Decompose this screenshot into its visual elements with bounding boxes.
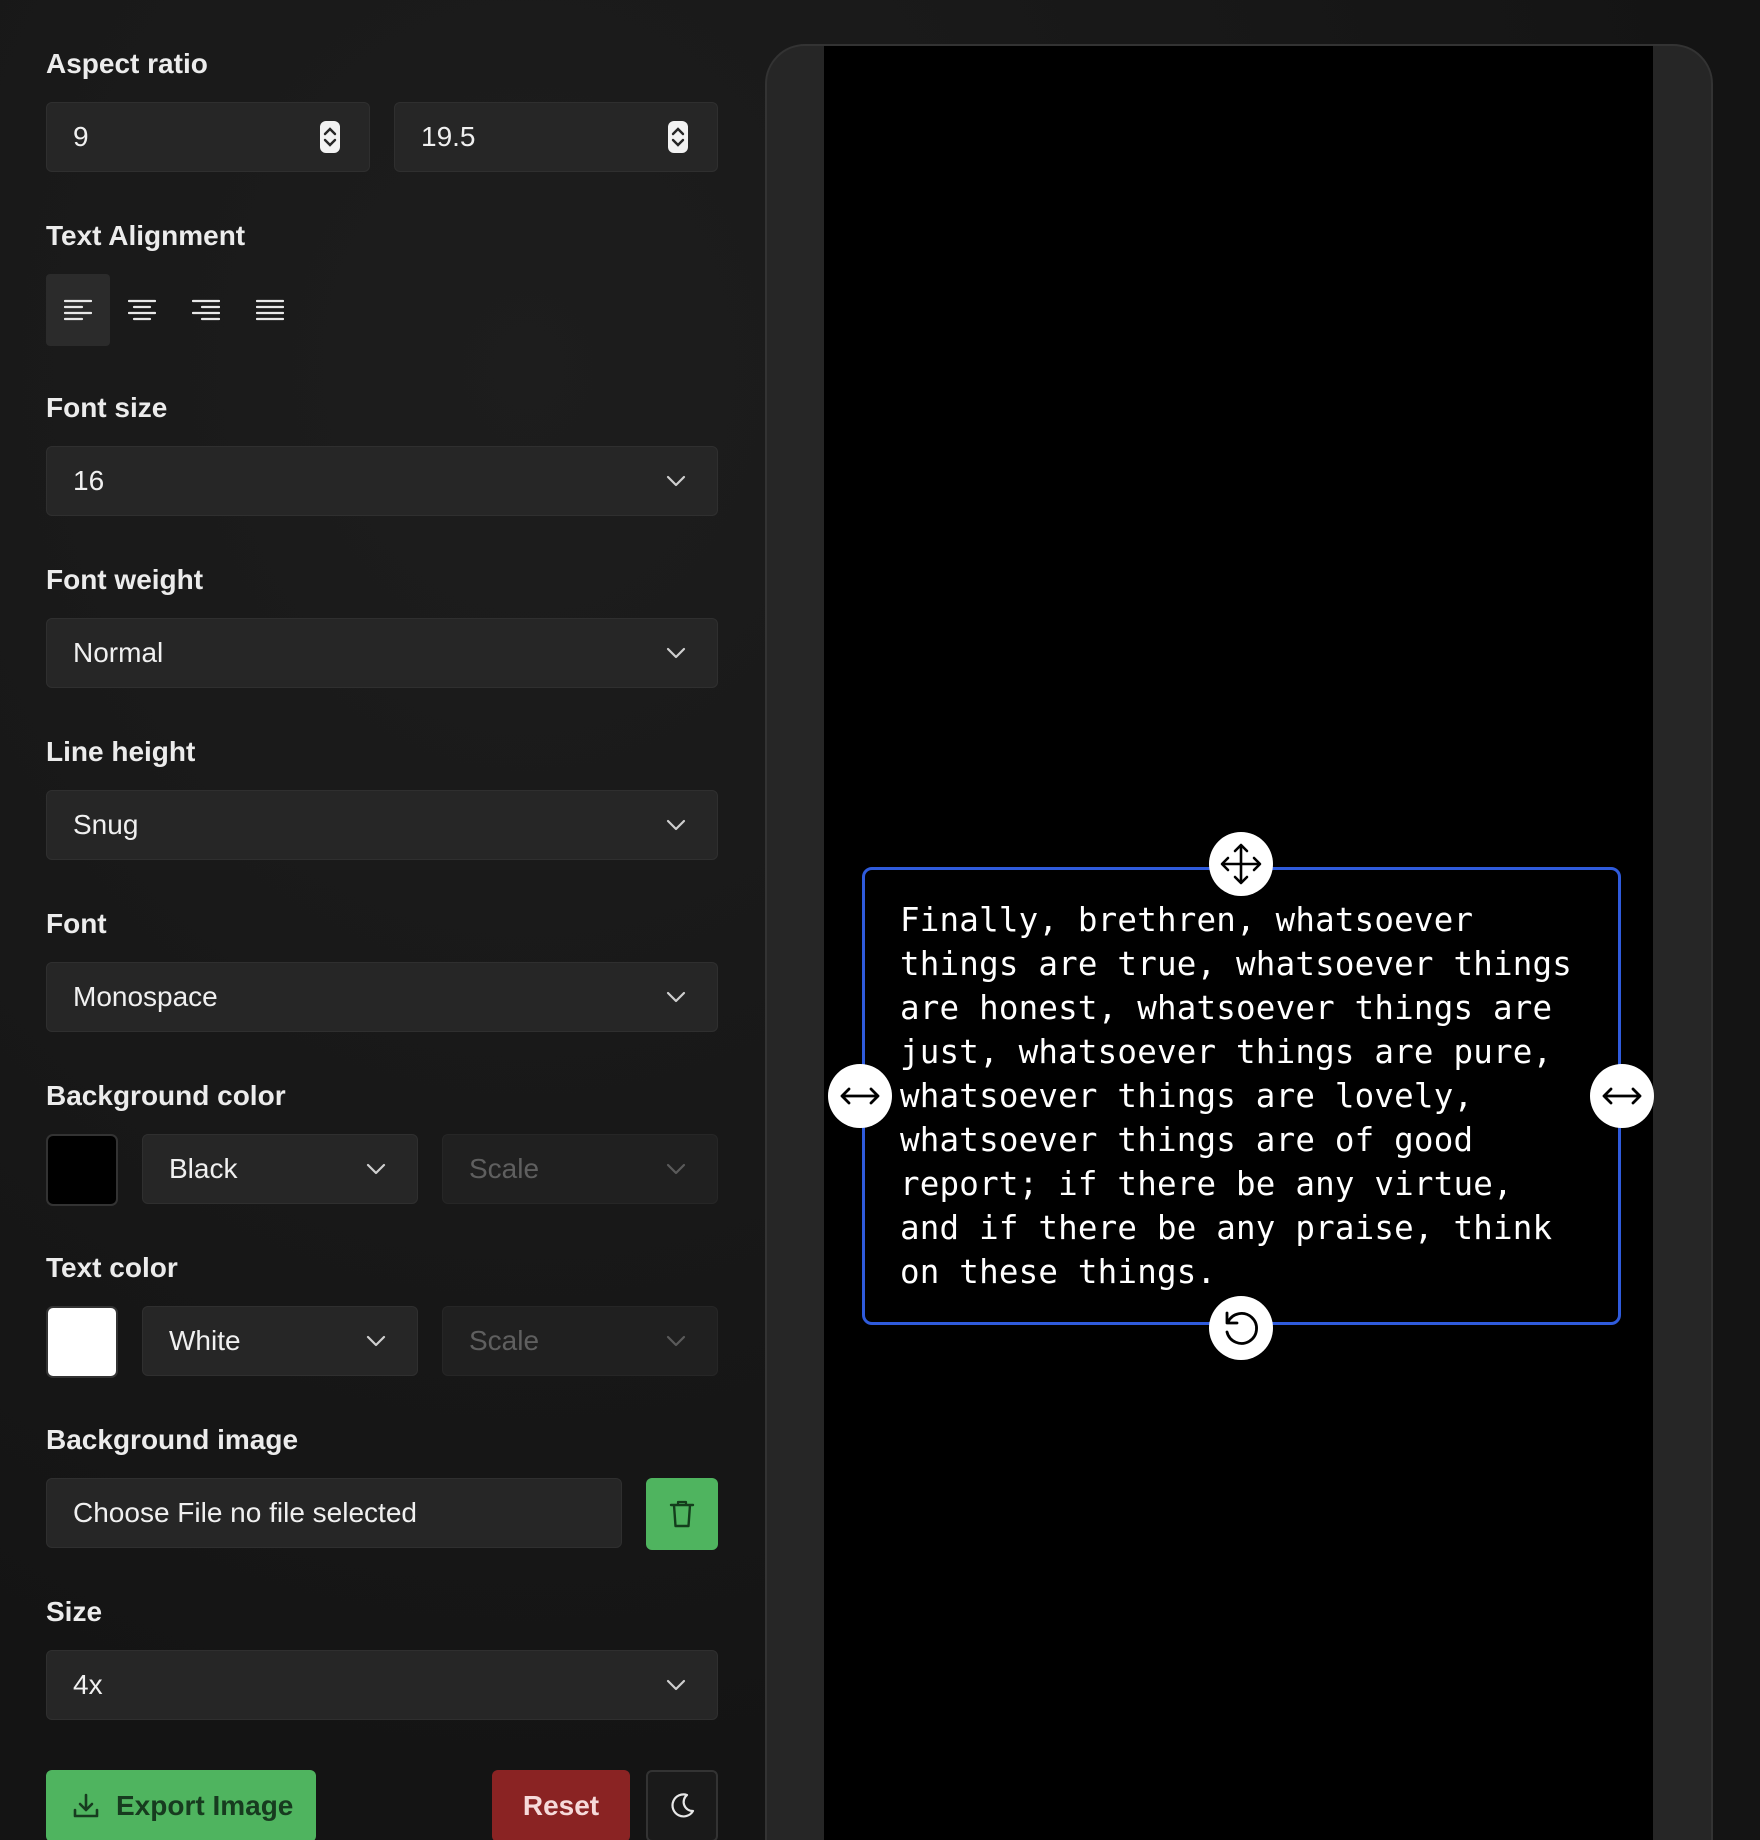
font-select[interactable]: Monospace bbox=[46, 962, 718, 1032]
align-center-icon bbox=[128, 299, 156, 321]
trash-icon bbox=[669, 1500, 695, 1528]
align-left-icon bbox=[64, 299, 92, 321]
line-height-value: Snug bbox=[73, 809, 139, 840]
chevron-down-icon bbox=[666, 991, 686, 1003]
background-scale-placeholder: Scale bbox=[469, 1153, 540, 1184]
chevron-down-icon bbox=[666, 1163, 686, 1175]
line-height-select[interactable]: Snug bbox=[46, 790, 718, 860]
font-label: Font bbox=[46, 908, 107, 939]
align-left-button[interactable] bbox=[46, 274, 110, 346]
moon-icon bbox=[671, 1793, 695, 1818]
background-image-file-input[interactable]: Choose File no file selected bbox=[46, 1478, 622, 1548]
size-select[interactable]: 4x bbox=[46, 1650, 718, 1720]
file-input-text: Choose File no file selected bbox=[73, 1497, 417, 1528]
text-alignment-group bbox=[46, 274, 306, 346]
background-color-select[interactable]: Black bbox=[142, 1134, 418, 1204]
reset-label: Reset bbox=[522, 1790, 600, 1821]
rotate-handle[interactable] bbox=[1209, 1296, 1273, 1360]
rotate-icon bbox=[1225, 1311, 1258, 1345]
download-icon bbox=[73, 1793, 99, 1818]
stepper-icon[interactable] bbox=[667, 120, 689, 154]
background-color-swatch[interactable] bbox=[46, 1134, 118, 1206]
line-height-label: Line height bbox=[46, 736, 196, 767]
move-handle[interactable] bbox=[1209, 832, 1273, 896]
aspect-height-value: 19.5 bbox=[421, 121, 476, 152]
aspect-height-input[interactable]: 19.5 bbox=[394, 102, 718, 172]
align-right-button[interactable] bbox=[174, 274, 238, 346]
font-weight-select[interactable]: Normal bbox=[46, 618, 718, 688]
chevron-down-icon bbox=[666, 647, 686, 659]
text-scale-select[interactable]: Scale bbox=[442, 1306, 718, 1376]
export-image-button[interactable]: Export Image bbox=[46, 1770, 316, 1840]
size-label: Size bbox=[46, 1596, 103, 1627]
text-scale-placeholder: Scale bbox=[469, 1325, 540, 1356]
aspect-width-input[interactable]: 9 bbox=[46, 102, 370, 172]
background-image-label: Background image bbox=[46, 1424, 299, 1455]
align-right-icon bbox=[192, 299, 220, 321]
font-size-value: 16 bbox=[73, 465, 105, 496]
size-value: 4x bbox=[73, 1669, 103, 1700]
text-color-select[interactable]: White bbox=[142, 1306, 418, 1376]
chevron-down-icon bbox=[666, 1335, 686, 1347]
background-color-value: Black bbox=[169, 1153, 238, 1184]
chevron-down-icon bbox=[366, 1335, 386, 1347]
stepper-icon[interactable] bbox=[319, 120, 341, 154]
chevron-down-icon bbox=[666, 1679, 686, 1691]
background-color-label: Background color bbox=[46, 1080, 286, 1111]
export-image-label: Export Image bbox=[116, 1790, 294, 1821]
align-justify-icon bbox=[256, 299, 284, 321]
align-center-button[interactable] bbox=[110, 274, 174, 346]
chevron-down-icon bbox=[666, 819, 686, 831]
align-justify-button[interactable] bbox=[238, 274, 302, 346]
font-value: Monospace bbox=[73, 981, 218, 1012]
font-weight-label: Font weight bbox=[46, 564, 204, 595]
text-color-swatch[interactable] bbox=[46, 1306, 118, 1378]
font-size-label: Font size bbox=[46, 392, 168, 423]
text-color-value: White bbox=[169, 1325, 241, 1356]
delete-image-button[interactable] bbox=[646, 1478, 718, 1550]
font-size-select[interactable]: 16 bbox=[46, 446, 718, 516]
background-scale-select[interactable]: Scale bbox=[442, 1134, 718, 1204]
reset-button[interactable]: Reset bbox=[492, 1770, 630, 1840]
aspect-ratio-label: Aspect ratio bbox=[46, 48, 208, 79]
chevron-down-icon bbox=[366, 1163, 386, 1175]
text-color-label: Text color bbox=[46, 1252, 178, 1283]
chevron-down-icon bbox=[666, 475, 686, 487]
text-alignment-label: Text Alignment bbox=[46, 220, 246, 251]
resize-right-handle[interactable] bbox=[1590, 1064, 1654, 1128]
move-icon bbox=[1220, 843, 1262, 885]
resize-left-icon bbox=[840, 1087, 880, 1105]
preview-text[interactable]: Finally, brethren, whatsoever things are… bbox=[900, 898, 1600, 1294]
aspect-width-value: 9 bbox=[73, 121, 89, 152]
app-root: Aspect ratio 9 19.5 Text Alignment Font … bbox=[0, 0, 1760, 1840]
resize-right-icon bbox=[1602, 1087, 1642, 1105]
font-weight-value: Normal bbox=[73, 637, 164, 668]
theme-toggle-button[interactable] bbox=[646, 1770, 718, 1840]
resize-left-handle[interactable] bbox=[828, 1064, 892, 1128]
